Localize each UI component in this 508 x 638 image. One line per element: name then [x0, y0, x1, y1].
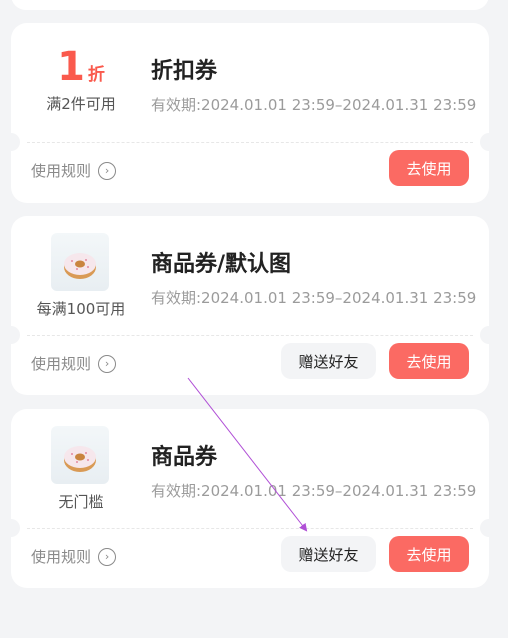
coupon-condition: 无门槛 — [58, 493, 104, 511]
coupon-condition: 每满100可用 — [36, 300, 126, 318]
donut-image — [64, 446, 96, 472]
usage-rules-link[interactable]: 使用规则 › — [31, 160, 117, 181]
coupon-value-column: 每满100可用 — [11, 216, 151, 335]
coupon-condition: 满2件可用 — [46, 95, 116, 113]
discount-unit: 折 — [87, 65, 105, 85]
coupon-actions: 使用规则 › 赠送好友 去使用 — [11, 335, 489, 395]
chevron-right-circle-icon: › — [98, 354, 117, 373]
discount-value: 1折 — [11, 45, 151, 89]
coupon-title: 折扣券 — [151, 59, 218, 84]
usage-rules-link[interactable]: 使用规则 › — [31, 546, 117, 567]
coupon-card-product: 无门槛 商品券 有效期:2024.01.01 23:59–2024.01.31 … — [2, 409, 498, 588]
use-button[interactable]: 去使用 — [389, 343, 469, 379]
chevron-right-circle-icon: › — [98, 161, 117, 180]
usage-rules-label: 使用规则 — [31, 548, 92, 566]
use-button[interactable]: 去使用 — [389, 536, 469, 572]
coupon-validity: 有效期:2024.01.01 23:59–2024.01.31 23:59 — [151, 96, 477, 114]
coupon-actions: 使用规则 › 去使用 — [11, 142, 489, 203]
previous-coupon-card — [11, 0, 489, 10]
coupon-title: 商品券 — [151, 445, 218, 470]
coupon-card-product-default: 每满100可用 商品券/默认图 有效期:2024.01.01 23:59–202… — [2, 216, 498, 395]
coupon-value-column: 1折 满2件可用 — [11, 23, 151, 142]
coupon-info: 1折 满2件可用 折扣券 有效期:2024.01.01 23:59–2024.0… — [11, 23, 489, 142]
chevron-right-circle-icon: › — [98, 547, 117, 566]
product-thumbnail — [51, 233, 109, 291]
coupon-value-column: 无门槛 — [11, 409, 151, 528]
usage-rules-label: 使用规则 — [31, 162, 92, 180]
usage-rules-label: 使用规则 — [31, 355, 92, 373]
coupon-validity: 有效期:2024.01.01 23:59–2024.01.31 23:59 — [151, 482, 477, 500]
gift-to-friend-button[interactable]: 赠送好友 — [281, 536, 376, 572]
coupon-info: 无门槛 商品券 有效期:2024.01.01 23:59–2024.01.31 … — [11, 409, 489, 528]
coupon-card-discount: 1折 满2件可用 折扣券 有效期:2024.01.01 23:59–2024.0… — [2, 23, 498, 203]
coupon-actions: 使用规则 › 赠送好友 去使用 — [11, 528, 489, 588]
product-thumbnail — [51, 426, 109, 484]
use-button[interactable]: 去使用 — [389, 150, 469, 186]
gift-to-friend-button[interactable]: 赠送好友 — [281, 343, 376, 379]
coupon-validity: 有效期:2024.01.01 23:59–2024.01.31 23:59 — [151, 289, 477, 307]
usage-rules-link[interactable]: 使用规则 › — [31, 353, 117, 374]
coupon-title: 商品券/默认图 — [151, 252, 292, 277]
donut-image — [64, 253, 96, 279]
discount-number: 1 — [57, 44, 85, 90]
coupon-info: 每满100可用 商品券/默认图 有效期:2024.01.01 23:59–202… — [11, 216, 489, 335]
